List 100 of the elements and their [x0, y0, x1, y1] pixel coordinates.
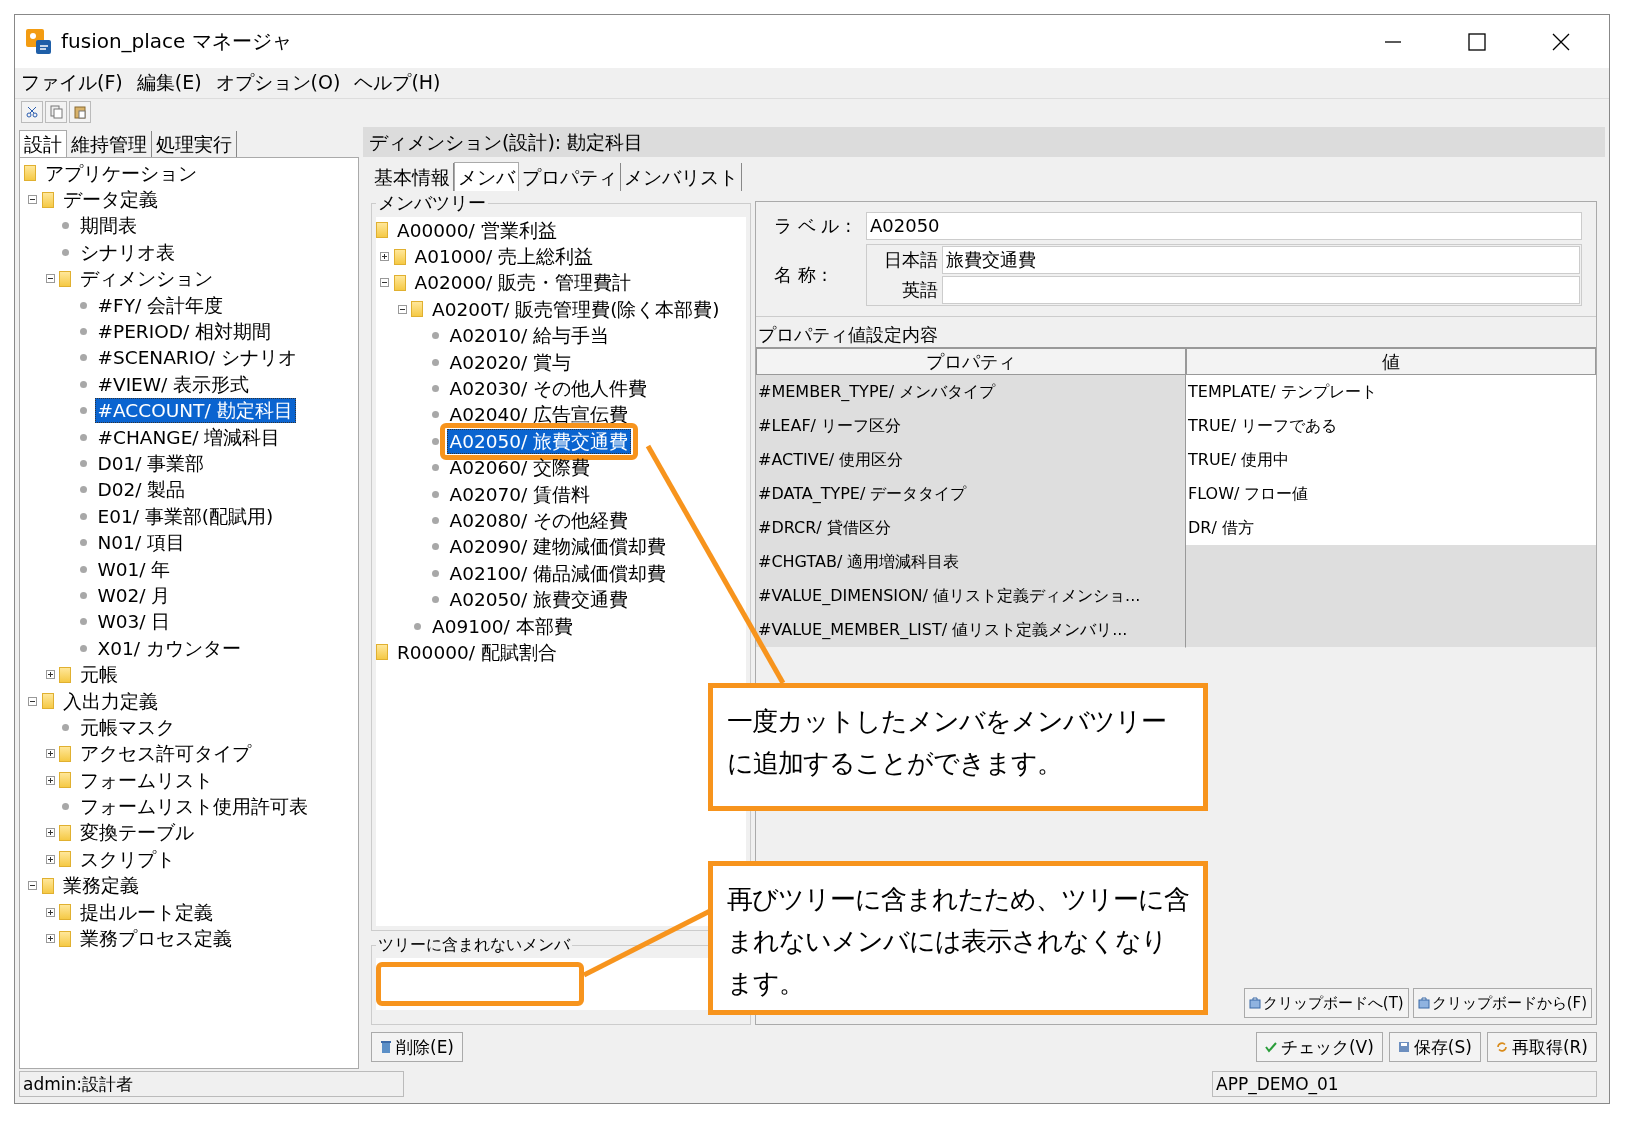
expand-toggle-icon[interactable] — [45, 907, 55, 917]
sidebar-tab[interactable]: 設計 — [19, 130, 67, 157]
tree-item[interactable]: 元帳 — [77, 662, 121, 688]
collapse-toggle-icon[interactable] — [380, 278, 390, 288]
column-header[interactable]: プロパティ — [756, 348, 1186, 375]
node-dot-icon — [431, 437, 439, 445]
tree-item[interactable]: フォームリスト — [77, 767, 216, 793]
tree-item[interactable]: 元帳マスク — [77, 714, 178, 740]
tree-item[interactable]: A02000/ 販売・管理費計 — [411, 270, 635, 296]
menu-item[interactable]: ヘルプ(H) — [354, 70, 441, 96]
tree-item[interactable]: 業務定義 — [59, 873, 142, 899]
paste-button[interactable] — [69, 101, 91, 123]
tree-item[interactable]: スクリプト — [77, 846, 178, 872]
node-dot-icon — [79, 433, 87, 441]
menu-item[interactable]: ファイル(F) — [21, 70, 123, 96]
callout-box: 一度カットしたメンバをメンバツリーに追加することができます。 — [708, 683, 1208, 811]
tree-item[interactable]: #VIEW/ 表示形式 — [94, 371, 253, 397]
tree-item[interactable]: A02100/ 備品減価償却費 — [446, 560, 670, 586]
tree-item[interactable]: A02050/ 旅費交通費 — [446, 587, 632, 613]
expand-toggle-icon[interactable] — [45, 775, 55, 785]
tree-item[interactable]: A09100/ 本部費 — [429, 613, 576, 639]
close-icon[interactable] — [1551, 31, 1571, 52]
tree-item[interactable]: A02070/ 賃借料 — [446, 481, 594, 507]
tree-item[interactable]: R00000/ 配賦割合 — [394, 639, 560, 665]
tree-item[interactable]: A02030/ その他人件費 — [446, 376, 651, 402]
table-cell: #MEMBER_TYPE/ メンバタイプ — [756, 375, 1186, 410]
tree-item[interactable]: 業務プロセス定義 — [77, 926, 235, 951]
save-icon — [1397, 1041, 1410, 1053]
maximize-icon[interactable] — [1467, 31, 1487, 52]
collapse-toggle-icon[interactable] — [397, 304, 407, 314]
menu-item[interactable]: 編集(E) — [136, 70, 202, 96]
node-dot-icon — [62, 803, 69, 811]
node-dot-icon — [79, 354, 87, 362]
cut-button[interactable] — [21, 101, 43, 123]
node-dot-icon — [79, 460, 87, 467]
tree-item[interactable]: #FY/ 会計年度 — [94, 292, 227, 318]
copy-button[interactable] — [45, 101, 67, 123]
tree-item[interactable]: A02080/ その他経費 — [446, 508, 632, 533]
tree-item[interactable]: データ定義 — [59, 187, 161, 213]
node-dot-icon — [431, 411, 439, 419]
tree-item[interactable]: X01/ カウンター — [94, 635, 244, 661]
tree-item[interactable]: N01/ 項目 — [94, 530, 188, 556]
tree-item[interactable]: #PERIOD/ 相対期間 — [94, 319, 275, 345]
node-dot-icon — [79, 407, 87, 415]
expand-toggle-icon[interactable] — [45, 670, 55, 680]
collapse-toggle-icon[interactable] — [28, 696, 38, 706]
expand-toggle-icon[interactable] — [45, 749, 55, 759]
tree-item[interactable]: A02010/ 給与手当 — [446, 323, 613, 349]
tree-item[interactable]: A02050/ 旅費交通費 — [446, 428, 632, 454]
trash-icon — [380, 1040, 392, 1054]
tree-item[interactable]: 入出力定義 — [59, 688, 161, 714]
table-cell: FLOW/ フロー値 — [1186, 477, 1596, 512]
tree-item[interactable]: D02/ 製品 — [94, 477, 189, 503]
tree-item[interactable]: A02060/ 交際費 — [446, 455, 594, 481]
tree-item[interactable]: E01/ 事業部(配賦用) — [94, 503, 277, 529]
tree-item[interactable]: A01000/ 売上総利益 — [411, 244, 597, 270]
expand-toggle-icon[interactable] — [45, 854, 55, 864]
action-button[interactable]: 再取得(R) — [1486, 1032, 1597, 1062]
label-field[interactable]: A02050 — [866, 212, 1582, 240]
tree-item[interactable]: W01/ 年 — [94, 556, 174, 582]
tree-item[interactable]: #ACCOUNT/ 勘定科目 — [94, 398, 296, 424]
checkmark-icon — [1264, 1041, 1277, 1053]
expand-toggle-icon[interactable] — [380, 252, 390, 262]
tree-item[interactable]: 提出ルート定義 — [77, 899, 216, 925]
tree-item[interactable]: フォームリスト使用許可表 — [77, 794, 311, 820]
tree-item[interactable]: アプリケーション — [42, 160, 200, 186]
action-button[interactable]: 保存(S) — [1388, 1032, 1481, 1062]
node-dot-icon — [431, 517, 439, 524]
tree-item[interactable]: A02090/ 建物減価償却費 — [446, 534, 670, 560]
tree-item[interactable]: D01/ 事業部 — [94, 451, 208, 476]
panel-tab[interactable]: プロパティ — [519, 163, 621, 191]
tree-item[interactable]: #CHANGE/ 増減科目 — [94, 424, 284, 450]
expand-toggle-icon[interactable] — [45, 934, 55, 943]
tree-item[interactable]: A00000/ 営業利益 — [394, 217, 560, 243]
window-title: fusion_place マネージャ — [61, 28, 292, 55]
menu-item[interactable]: オプション(O) — [215, 70, 341, 96]
tree-item[interactable]: A0200T/ 販売管理費(除く本部費) — [429, 296, 723, 322]
tree-item[interactable]: 変換テーブル — [77, 820, 197, 846]
collapse-toggle-icon[interactable] — [28, 195, 38, 205]
tree-item[interactable]: A02020/ 賞与 — [446, 349, 575, 375]
tree-item[interactable]: #SCENARIO/ シナリオ — [94, 345, 300, 371]
tree-item[interactable]: ディメンション — [77, 266, 216, 292]
japanese-name-field[interactable]: 旅費交通費 — [942, 246, 1580, 274]
clipboard-button[interactable]: クリップボードから(F) — [1412, 988, 1592, 1018]
english-name-field[interactable] — [942, 276, 1580, 304]
action-button[interactable]: チェック(V) — [1255, 1032, 1383, 1062]
tree-item[interactable]: A02040/ 広告宣伝費 — [446, 402, 632, 428]
column-header[interactable]: 値 — [1186, 348, 1596, 375]
panel-tab[interactable]: メンバリスト — [621, 163, 742, 191]
tree-item[interactable]: シナリオ表 — [77, 239, 178, 265]
clipboard-button[interactable]: クリップボードへ(T) — [1243, 988, 1409, 1018]
collapse-toggle-icon[interactable] — [45, 274, 55, 284]
collapse-toggle-icon[interactable] — [28, 881, 38, 891]
tree-item[interactable]: アクセス許可タイプ — [77, 741, 254, 767]
tree-item[interactable]: W03/ 日 — [94, 609, 174, 635]
expand-toggle-icon[interactable] — [45, 828, 55, 838]
tree-item[interactable]: 期間表 — [77, 213, 140, 239]
tree-item[interactable]: W02/ 月 — [94, 582, 174, 608]
delete-button[interactable]: 削除(E) — [371, 1032, 463, 1062]
panel-tab[interactable]: メンバ — [454, 162, 519, 191]
